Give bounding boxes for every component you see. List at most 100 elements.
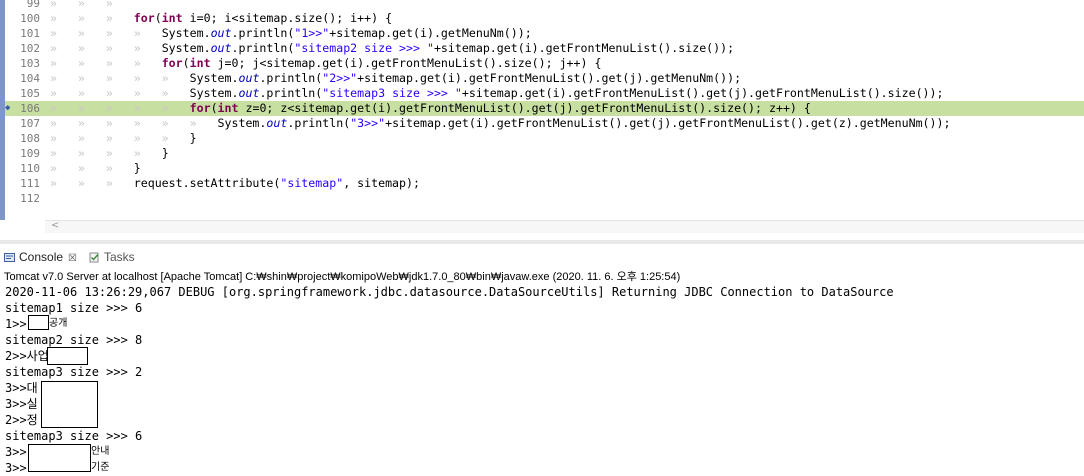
code-token: }: [133, 161, 141, 175]
field-token: out: [210, 41, 232, 55]
whitespace-marker: » » » »: [50, 56, 162, 70]
code-token: .println(: [231, 26, 295, 40]
code-token: (: [154, 11, 162, 25]
code-line[interactable]: 100 » » » for(int i=0; i<sitemap.size(); …: [5, 11, 1084, 26]
tab-tasks-label: Tasks: [104, 250, 135, 264]
line-number: 109: [20, 147, 40, 160]
code-editor[interactable]: 99 » » » 100 » » » for(int i=0; i<sitemap.…: [0, 0, 1084, 233]
code-line[interactable]: 109 » » » » }: [5, 146, 1084, 161]
whitespace-marker: » » » » » »: [50, 116, 218, 130]
code-token: +sitemap.get(i).getFrontMenuList().get(j…: [357, 71, 742, 85]
code-text: » » » » System.out.println("sitemap2 siz…: [50, 41, 734, 56]
code-token: +sitemap.get(i).getFrontMenuList().get(j…: [385, 116, 951, 130]
code-line[interactable]: 107 » » » » » » System.out.println("3>>"+…: [5, 116, 1084, 131]
field-token: out: [238, 86, 260, 100]
line-number: 106: [20, 102, 40, 115]
line-number: 100: [20, 12, 40, 25]
line-number: 101: [20, 27, 40, 40]
code-line[interactable]: 110 » » » }: [5, 161, 1084, 176]
close-icon[interactable]: ☒: [68, 253, 77, 264]
line-number: 104: [20, 72, 40, 85]
code-token: }: [189, 131, 197, 145]
code-text: » » » » » System.out.println("2>>"+sitem…: [50, 71, 741, 86]
code-line[interactable]: ◆ 106» » » » » for(int z=0; z<sitemap.get…: [5, 101, 1084, 116]
console-output-line: 2020-11-06 13:26:29,067 DEBUG [org.sprin…: [5, 285, 894, 299]
console-output-line: 1>>: [5, 317, 27, 331]
code-token: request.setAttribute(: [133, 176, 281, 190]
code-text: » » »: [50, 0, 134, 11]
redaction-box: [28, 444, 91, 472]
line-number: 103: [20, 57, 40, 70]
console-output-fragment: 공개: [49, 318, 68, 329]
console-output-line: 2>>사업: [5, 349, 49, 363]
panel-separator[interactable]: [0, 240, 1084, 244]
whitespace-marker: » » »: [50, 161, 134, 175]
line-number: 108: [20, 132, 40, 145]
redaction-box: [47, 347, 88, 365]
keyword-token: for: [133, 11, 155, 25]
code-text: » » » » » for(int z=0; z<sitemap.get(i).…: [50, 101, 811, 116]
whitespace-marker: » » »: [50, 11, 134, 25]
string-token: "1>>": [294, 26, 330, 40]
code-line[interactable]: 108 » » » » » }: [5, 131, 1084, 146]
scroll-left-icon[interactable]: <: [51, 220, 59, 231]
view-tab-bar: Console ☒ Tasks: [0, 247, 1084, 265]
console-output-line: 3>>: [5, 461, 27, 475]
line-number: 112: [20, 192, 40, 205]
code-token: (: [182, 56, 190, 70]
code-text: » » » » for(int j=0; j<sitemap.get(i).ge…: [50, 56, 601, 71]
console-output-line: 3>>대: [5, 381, 38, 395]
line-number: 105: [20, 87, 40, 100]
redaction-box: [41, 381, 98, 428]
code-text: » » » for(int i=0; i<sitemap.size(); i++…: [50, 11, 392, 26]
whitespace-marker: » » »: [50, 176, 134, 190]
code-line[interactable]: 102 » » » » System.out.println("sitemap2 …: [5, 41, 1084, 56]
code-token: +sitemap.get(i).getMenuNm());: [329, 26, 532, 40]
whitespace-marker: » » » »: [50, 41, 162, 55]
console-output-line: sitemap2 size >>> 8: [5, 333, 143, 347]
code-line[interactable]: 104 » » » » » System.out.println("2>>"+si…: [5, 71, 1084, 86]
code-text: » » » » System.out.println("1>>"+sitemap…: [50, 26, 532, 41]
code-line[interactable]: 111 » » » request.setAttribute("sitemap",…: [5, 176, 1084, 191]
code-token: (: [210, 101, 218, 115]
code-token: j=0; j<sitemap.get(i).getFrontMenuList()…: [210, 56, 602, 70]
console-output-line: sitemap1 size >>> 6: [5, 301, 143, 315]
string-token: "sitemap3 size >>> ": [322, 86, 462, 100]
tasks-icon: [89, 252, 99, 263]
whitespace-marker: » » » »: [50, 26, 162, 40]
console-output-fragment: 기준: [91, 462, 110, 473]
line-number: 110: [20, 162, 40, 175]
string-token: "2>>": [322, 71, 358, 85]
line-number: 99: [26, 0, 40, 10]
code-line[interactable]: 101 » » » » System.out.println("1>>"+site…: [5, 26, 1084, 41]
console-output-line: 3>>: [5, 445, 27, 459]
code-token: z=0; z<sitemap.get(i).getFrontMenuList()…: [238, 101, 811, 115]
code-token: +sitemap.get(i).getFrontMenuList().size(…: [433, 41, 735, 55]
code-token: .println(: [259, 71, 323, 85]
line-number: 107: [20, 117, 40, 130]
field-token: out: [266, 116, 288, 130]
tab-tasks[interactable]: Tasks: [89, 249, 135, 265]
horizontal-scrollbar[interactable]: <: [45, 220, 1084, 233]
console-process-description: Tomcat v7.0 Server at localhost [Apache …: [4, 271, 681, 283]
code-line[interactable]: 105 » » » » » System.out.println("sitemap…: [5, 86, 1084, 101]
code-token: System.: [217, 116, 267, 130]
keyword-token: int: [161, 11, 183, 25]
console-output-line: sitemap3 size >>> 2: [5, 365, 143, 379]
code-token: System.: [189, 71, 239, 85]
tab-console-label: Console: [19, 250, 64, 264]
whitespace-marker: » » » »: [50, 146, 162, 160]
code-line[interactable]: 112: [5, 191, 1084, 206]
code-text: » » » » }: [50, 146, 169, 161]
code-token: }: [161, 146, 169, 160]
code-token: System.: [161, 26, 211, 40]
code-line[interactable]: 103 » » » » for(int j=0; j<sitemap.get(i)…: [5, 56, 1084, 71]
tab-console[interactable]: Console ☒: [4, 249, 77, 265]
console-output-fragment: 안내: [91, 446, 110, 457]
code-token: .println(: [287, 116, 351, 130]
code-token: , sitemap);: [343, 176, 420, 190]
string-token: "3>>": [350, 116, 386, 130]
code-line[interactable]: 99 » » »: [5, 0, 1084, 11]
field-token: out: [238, 71, 260, 85]
console-output-line: 2>>정: [5, 413, 38, 427]
